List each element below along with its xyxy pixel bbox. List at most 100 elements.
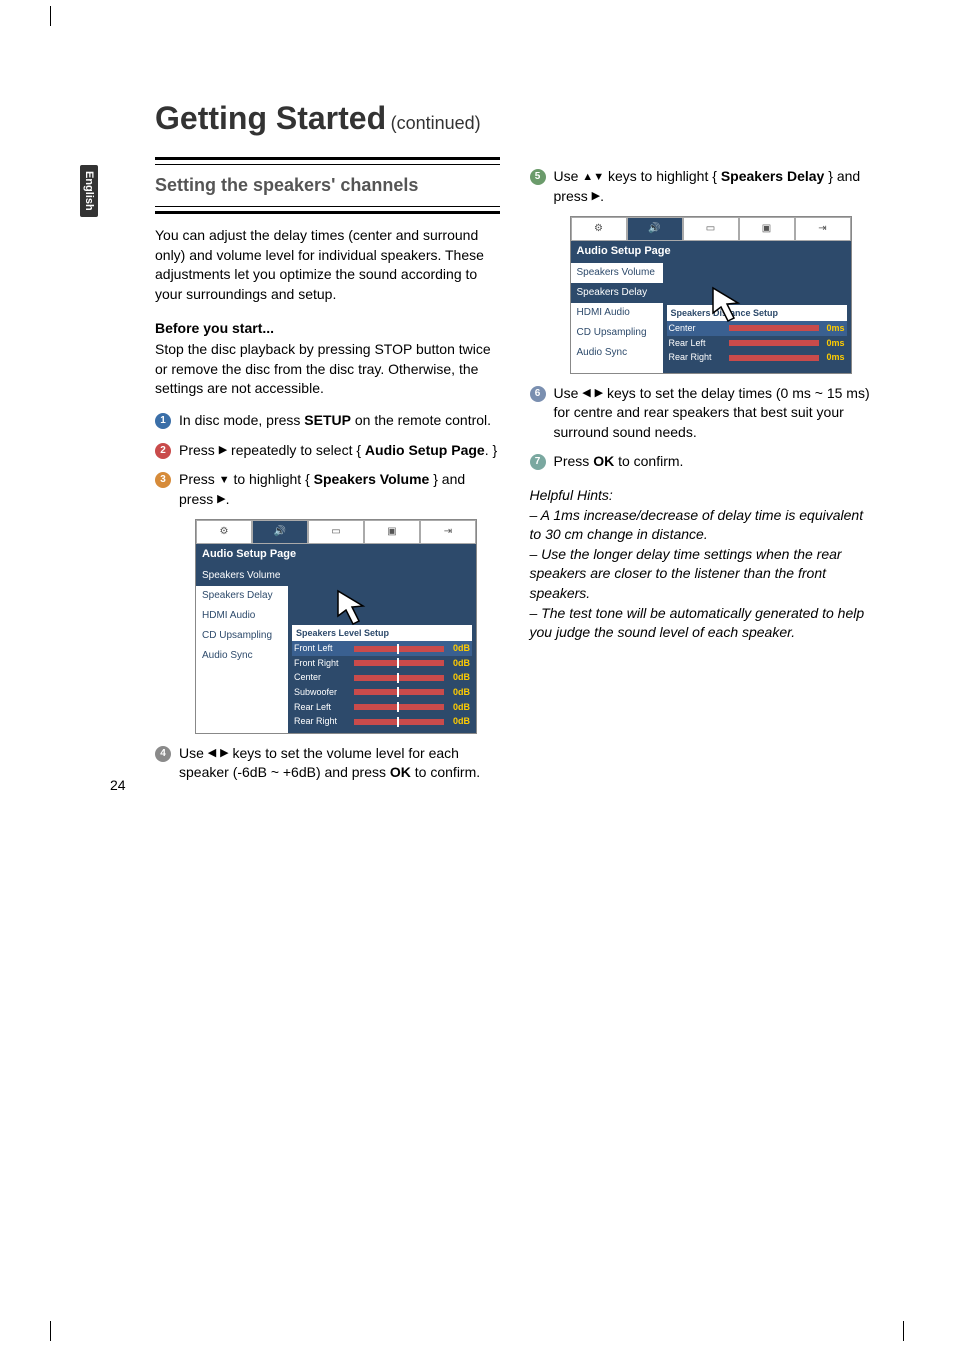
hint-text: – A 1ms increase/decrease of delay time … xyxy=(530,506,875,545)
osd-tab-audio-icon: 🔊 xyxy=(252,520,308,544)
step-text: In disc mode, press xyxy=(179,412,304,428)
step-number-icon: 7 xyxy=(530,454,546,470)
step-2: 2 Press ▶ repeatedly to select { Audio S… xyxy=(155,441,500,461)
page-title-row: Getting Started (continued) xyxy=(155,100,874,137)
step-text: Use xyxy=(179,745,208,761)
osd-tab-video-icon: ▭ xyxy=(683,217,739,241)
step-strong: SETUP xyxy=(304,412,351,428)
osd-panel-title: Speakers Distance Setup xyxy=(667,305,847,322)
step-4: 4 Use ◀ ▶ keys to set the volume level f… xyxy=(155,744,500,783)
page-title: Getting Started xyxy=(155,100,386,136)
section-heading: Setting the speakers' channels xyxy=(155,173,500,198)
osd-item: Speakers Volume xyxy=(571,263,663,283)
osd-tab-pref-icon: ▣ xyxy=(364,520,420,544)
osd-menu: Speakers Volume Speakers Delay HDMI Audi… xyxy=(196,566,288,733)
left-arrow-icon: ◀ xyxy=(208,746,216,761)
hint-text: – Use the longer delay time settings whe… xyxy=(530,545,875,604)
osd-speakers-volume: ⚙ 🔊 ▭ ▣ ⇥ Audio Setup Page Speakers Volu… xyxy=(195,519,477,734)
osd-item: Audio Sync xyxy=(571,343,663,363)
right-arrow-icon: ▶ xyxy=(595,386,603,401)
osd-item: CD Upsampling xyxy=(571,323,663,343)
step-7: 7 Press OK to confirm. xyxy=(530,452,875,472)
step-strong: Audio Setup Page xyxy=(365,442,485,458)
osd-tab-general-icon: ⚙ xyxy=(196,520,252,544)
step-number-icon: 1 xyxy=(155,413,171,429)
level-row: Rear Right0ms xyxy=(667,350,847,365)
step-text: to highlight { xyxy=(230,471,314,487)
osd-header: Audio Setup Page xyxy=(571,241,851,262)
step-text: to confirm. xyxy=(614,453,683,469)
language-tab: English xyxy=(80,165,98,217)
step-strong: Speakers Volume xyxy=(314,471,430,487)
osd-tab-audio-icon: 🔊 xyxy=(627,217,683,241)
right-arrow-icon: ▶ xyxy=(217,492,225,507)
hints-heading: Helpful Hints: xyxy=(530,486,875,506)
step-text: . } xyxy=(485,442,497,458)
hint-text: – The test tone will be automatically ge… xyxy=(530,604,875,643)
osd-speakers-delay: ⚙ 🔊 ▭ ▣ ⇥ Audio Setup Page Speakers Volu… xyxy=(570,216,852,373)
step-text: to confirm. xyxy=(411,764,480,780)
osd-item: CD Upsampling xyxy=(196,626,288,646)
step-text: Press xyxy=(554,453,594,469)
step-strong: Speakers Delay xyxy=(721,168,825,184)
manual-page: English Getting Started (continued) Sett… xyxy=(0,0,954,853)
step-1: 1 In disc mode, press SETUP on the remot… xyxy=(155,411,500,431)
step-number-icon: 2 xyxy=(155,443,171,459)
osd-tab-video-icon: ▭ xyxy=(308,520,364,544)
cursor-arrow-icon xyxy=(708,283,748,328)
level-row: Front Left0dB xyxy=(292,641,472,656)
step-text: Use xyxy=(554,168,583,184)
step-text: keys to highlight { xyxy=(604,168,721,184)
step-strong: OK xyxy=(390,764,411,780)
step-number-icon: 3 xyxy=(155,472,171,488)
level-row: Front Right0dB xyxy=(292,656,472,671)
before-start-heading: Before you start... xyxy=(155,319,500,339)
before-start-text: Stop the disc playback by pressing STOP … xyxy=(155,340,500,399)
osd-item: Speakers Volume xyxy=(196,566,288,586)
up-arrow-icon: ▲ xyxy=(582,170,593,185)
right-column: 5 Use ▲▼ keys to highlight { Speakers De… xyxy=(530,157,875,793)
level-row: Rear Left0ms xyxy=(667,336,847,351)
osd-item: HDMI Audio xyxy=(196,606,288,626)
step-text: repeatedly to select { xyxy=(227,442,365,458)
osd-tab-exit-icon: ⇥ xyxy=(795,217,851,241)
osd-item: Speakers Delay xyxy=(571,283,663,303)
osd-tab-general-icon: ⚙ xyxy=(571,217,627,241)
osd-panel: Speakers Distance Setup Center0ms Rear L… xyxy=(663,263,851,373)
hints-block: Helpful Hints: – A 1ms increase/decrease… xyxy=(530,486,875,643)
osd-item: Audio Sync xyxy=(196,646,288,666)
step-number-icon: 4 xyxy=(155,746,171,762)
down-arrow-icon: ▼ xyxy=(593,170,604,185)
page-number: 24 xyxy=(110,777,126,793)
osd-item: Speakers Delay xyxy=(196,586,288,606)
osd-panel-title: Speakers Level Setup xyxy=(292,625,472,642)
osd-panel: Speakers Level Setup Front Left0dB Front… xyxy=(288,566,476,733)
page-subtitle: (continued) xyxy=(391,113,481,133)
down-arrow-icon: ▼ xyxy=(219,473,230,488)
level-row: Rear Left0dB xyxy=(292,700,472,715)
rule-top xyxy=(155,157,500,165)
rule-bottom xyxy=(155,206,500,214)
intro-text: You can adjust the delay times (center a… xyxy=(155,226,500,304)
right-arrow-icon: ▶ xyxy=(220,746,228,761)
left-arrow-icon: ◀ xyxy=(582,386,590,401)
right-arrow-icon: ▶ xyxy=(592,189,600,204)
step-text: Press xyxy=(179,442,219,458)
right-arrow-icon: ▶ xyxy=(219,443,227,458)
level-row: Center0ms xyxy=(667,321,847,336)
step-6: 6 Use ◀ ▶ keys to set the delay times (0… xyxy=(530,384,875,443)
step-text: on the remote control. xyxy=(351,412,491,428)
step-text: Use xyxy=(554,385,583,401)
level-row: Rear Right0dB xyxy=(292,714,472,729)
level-row: Center0dB xyxy=(292,670,472,685)
step-text: Press xyxy=(179,471,219,487)
step-5: 5 Use ▲▼ keys to highlight { Speakers De… xyxy=(530,167,875,206)
step-3: 3 Press ▼ to highlight { Speakers Volume… xyxy=(155,470,500,509)
cursor-arrow-icon xyxy=(333,586,373,631)
osd-tab-pref-icon: ▣ xyxy=(739,217,795,241)
step-strong: OK xyxy=(593,453,614,469)
left-column: Setting the speakers' channels You can a… xyxy=(155,157,500,793)
osd-item: HDMI Audio xyxy=(571,303,663,323)
osd-tab-exit-icon: ⇥ xyxy=(420,520,476,544)
osd-tab-bar: ⚙ 🔊 ▭ ▣ ⇥ xyxy=(571,217,851,241)
